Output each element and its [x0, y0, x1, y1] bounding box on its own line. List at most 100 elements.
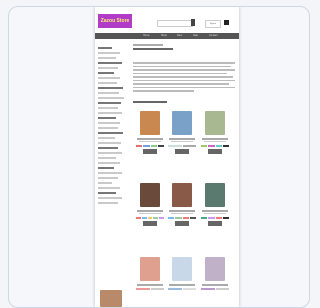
product-name[interactable]: [169, 284, 195, 286]
product-image[interactable]: [205, 111, 225, 135]
color-swatches[interactable]: [168, 287, 196, 290]
product-card[interactable]: [167, 183, 197, 226]
product-name: [204, 212, 226, 214]
product-name[interactable]: [202, 284, 228, 286]
product-button[interactable]: [143, 221, 157, 226]
sidebar-item[interactable]: [98, 172, 122, 174]
sidebar-item[interactable]: [98, 182, 112, 184]
product-name[interactable]: [202, 210, 228, 212]
sidebar-item[interactable]: [98, 137, 115, 139]
sidebar-item[interactable]: [98, 122, 120, 124]
category-description: [133, 62, 235, 94]
sidebar-item[interactable]: [98, 157, 116, 159]
sidebar-item[interactable]: [98, 52, 120, 54]
sign-in-button[interactable]: Sign in: [205, 20, 221, 28]
product-name: [139, 140, 161, 142]
nav-item-shop[interactable]: Shop: [161, 33, 167, 39]
sidebar-item[interactable]: [98, 102, 121, 104]
sidebar-item[interactable]: [98, 142, 121, 144]
product-name[interactable]: [137, 210, 163, 212]
sidebar-item[interactable]: [98, 202, 118, 204]
text-line: [133, 76, 233, 78]
search-icon[interactable]: [191, 19, 195, 26]
product-button[interactable]: [175, 221, 189, 226]
product-card[interactable]: [200, 257, 230, 292]
product-button[interactable]: [143, 149, 157, 154]
product-image[interactable]: [140, 111, 160, 135]
sidebar-item[interactable]: [98, 167, 114, 169]
product-image[interactable]: [140, 257, 160, 281]
product-card[interactable]: [135, 183, 165, 226]
nav-item-new[interactable]: New: [177, 33, 182, 39]
sidebar-item[interactable]: [98, 127, 118, 129]
top-nav: Home Shop New Sale Contact: [95, 33, 239, 39]
sidebar-item[interactable]: [98, 87, 123, 89]
product-card[interactable]: [135, 257, 165, 292]
color-swatches[interactable]: [136, 287, 164, 290]
product-image[interactable]: [172, 183, 192, 207]
sidebar-item[interactable]: [98, 72, 114, 74]
product-image[interactable]: [205, 257, 225, 281]
sidebar-item[interactable]: [98, 197, 122, 199]
color-swatches[interactable]: [201, 287, 229, 290]
sidebar-item[interactable]: [98, 112, 122, 114]
color-swatches[interactable]: [136, 217, 164, 219]
sidebar-item[interactable]: [98, 177, 118, 179]
color-swatches[interactable]: [201, 217, 229, 219]
nav-item-sale[interactable]: Sale: [193, 33, 198, 39]
sidebar-item[interactable]: [98, 67, 118, 69]
sidebar-item[interactable]: [98, 92, 119, 94]
product-card[interactable]: [167, 111, 197, 154]
screenshot-frame: Zazou Store Sign in Home Shop New Sale C…: [8, 6, 310, 308]
product-name[interactable]: [202, 138, 228, 140]
color-swatches[interactable]: [136, 145, 164, 147]
cart-icon[interactable]: [224, 20, 229, 25]
logo[interactable]: Zazou Store: [98, 14, 132, 28]
sidebar-item[interactable]: [98, 152, 122, 154]
product-image[interactable]: [172, 257, 192, 281]
sidebar-item[interactable]: [98, 187, 120, 189]
sidebar-item[interactable]: [98, 192, 116, 194]
text-line: [133, 79, 235, 81]
sidebar-item[interactable]: [98, 57, 116, 59]
product-image[interactable]: [205, 183, 225, 207]
sidebar-promo-image[interactable]: [100, 290, 122, 307]
product-image[interactable]: [172, 111, 192, 135]
product-button[interactable]: [175, 149, 189, 154]
sidebar-item[interactable]: [98, 82, 117, 84]
product-name[interactable]: [169, 210, 195, 212]
search-input[interactable]: [157, 20, 193, 27]
sidebar-item[interactable]: [98, 147, 118, 149]
color-swatches[interactable]: [201, 145, 229, 147]
product-image[interactable]: [140, 183, 160, 207]
section-title: [133, 101, 167, 103]
text-line: [133, 86, 235, 88]
product-name[interactable]: [169, 138, 195, 140]
sidebar-item[interactable]: [98, 77, 120, 79]
product-card[interactable]: [167, 257, 197, 292]
text-line: [133, 72, 227, 74]
product-card[interactable]: [135, 111, 165, 154]
sidebar-item[interactable]: [98, 162, 120, 164]
product-card[interactable]: [200, 111, 230, 154]
color-swatches[interactable]: [168, 145, 196, 147]
text-line: [133, 69, 235, 71]
text-line: [133, 90, 195, 92]
sidebar-item[interactable]: [98, 132, 123, 134]
page-title: [133, 48, 173, 50]
breadcrumb[interactable]: [133, 44, 163, 46]
sidebar-item[interactable]: [98, 62, 122, 64]
sidebar-item[interactable]: [98, 107, 118, 109]
sidebar-item[interactable]: [98, 97, 124, 99]
product-name[interactable]: [137, 284, 163, 286]
product-button[interactable]: [208, 149, 222, 154]
color-swatches[interactable]: [168, 217, 196, 219]
sidebar-heading: [98, 47, 112, 49]
product-name: [171, 140, 193, 142]
sidebar-item[interactable]: [98, 117, 116, 119]
nav-item-contact[interactable]: Contact: [209, 33, 218, 39]
nav-item-home[interactable]: Home: [143, 33, 150, 39]
product-name[interactable]: [137, 138, 163, 140]
product-card[interactable]: [200, 183, 230, 226]
product-button[interactable]: [208, 221, 222, 226]
